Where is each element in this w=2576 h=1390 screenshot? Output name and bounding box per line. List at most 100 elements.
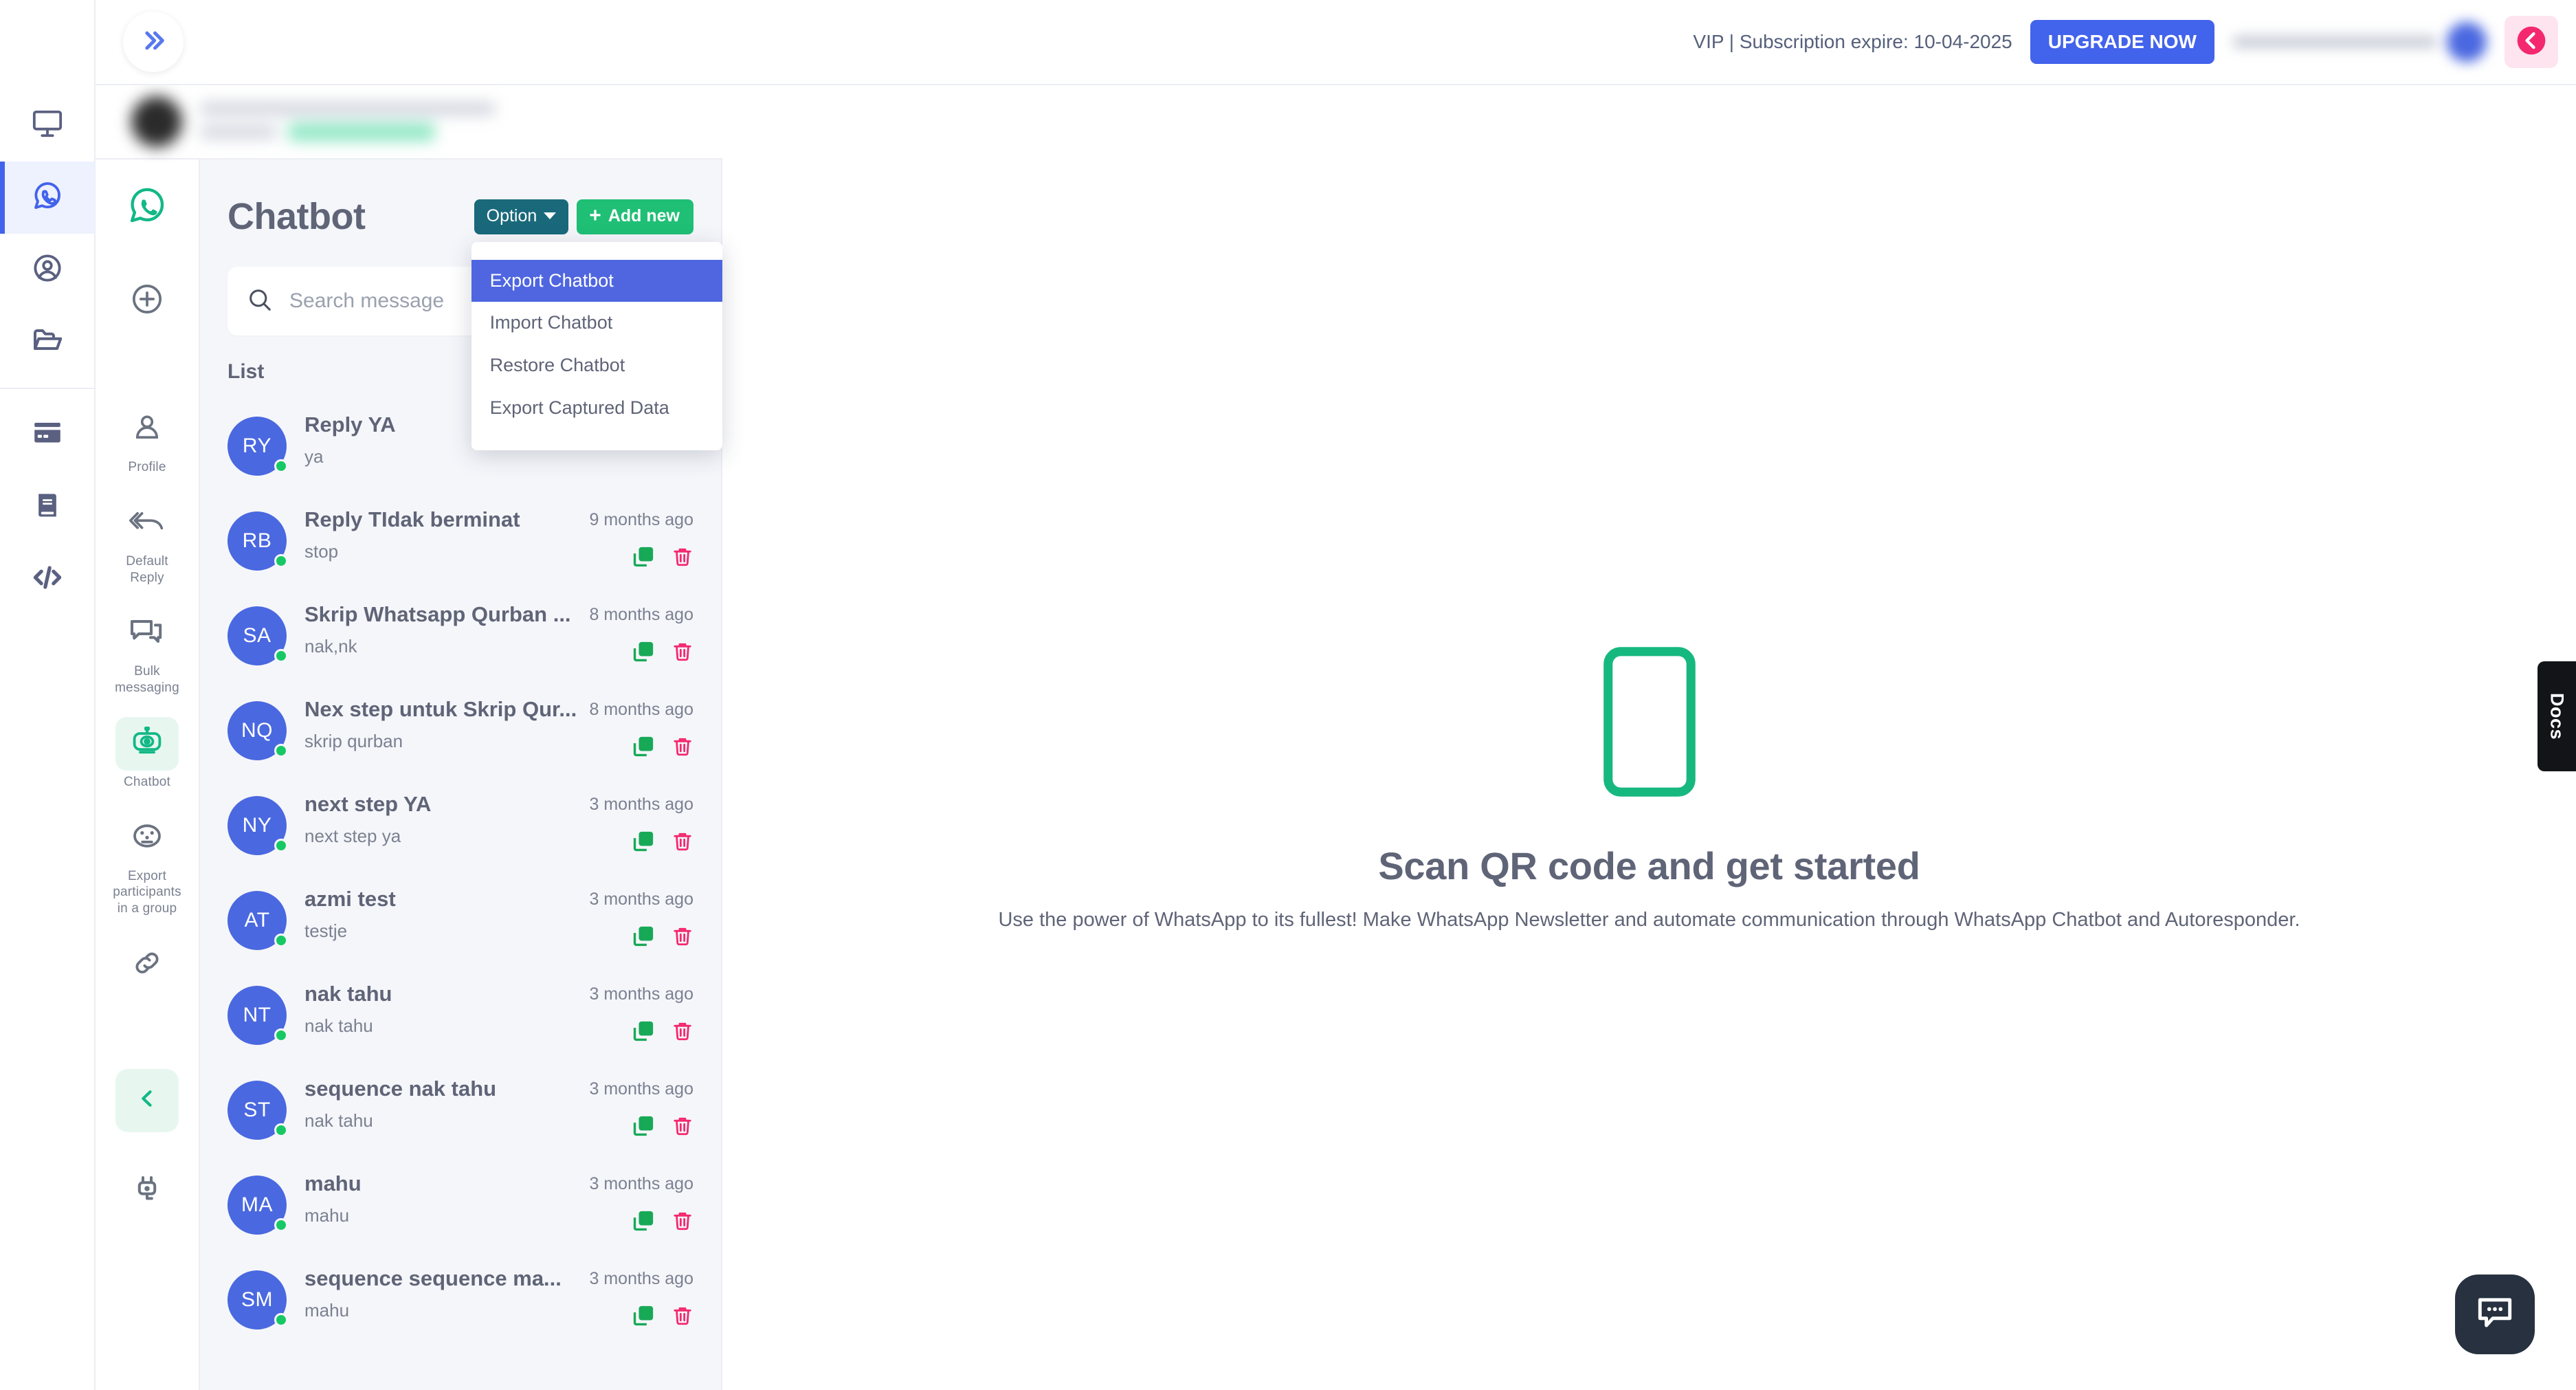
row-right: 3 months ago	[589, 1266, 694, 1331]
copy-icon[interactable]	[632, 1114, 655, 1141]
sidebar-item-chatbot[interactable]: Chatbot	[109, 716, 185, 791]
whatsapp-icon	[31, 179, 64, 216]
profile-redacted	[131, 96, 496, 147]
trash-icon[interactable]	[671, 925, 693, 951]
code-icon	[31, 561, 64, 597]
row-main: azmi test testje	[289, 887, 590, 942]
copy-icon[interactable]	[632, 545, 655, 572]
search-icon	[247, 287, 273, 316]
rail-item-folder[interactable]	[0, 306, 95, 378]
option-button-label: Option	[486, 206, 537, 225]
online-status-dot	[274, 459, 288, 473]
rail-item-contacts[interactable]	[0, 234, 95, 306]
row-actions	[632, 1019, 693, 1046]
plug-icon	[131, 1176, 164, 1209]
table-row[interactable]: NQ Nex step untuk Skrip Qur... skrip qur…	[227, 682, 693, 777]
top-bar: VIP | Subscription expire: 10-04-2025 UP…	[96, 0, 2576, 85]
rail-item-whatsapp[interactable]	[0, 162, 95, 234]
list-panel-actions: Option + Add new Export Chatbot Import C…	[471, 199, 722, 450]
folder-icon	[31, 324, 64, 360]
sidebar-item-profile[interactable]: Profile	[109, 402, 185, 476]
menu-item-export-captured-data[interactable]: Export Captured Data	[471, 387, 722, 430]
trash-icon[interactable]	[671, 545, 693, 572]
row-title: azmi test	[304, 887, 396, 911]
row-title: nak tahu	[304, 982, 392, 1006]
rail-item-docs[interactable]	[0, 471, 95, 543]
trash-icon[interactable]	[671, 1209, 693, 1236]
menu-item-import-chatbot[interactable]: Import Chatbot	[471, 302, 722, 344]
avatar	[131, 96, 182, 147]
option-dropdown-button[interactable]: Option	[474, 199, 569, 234]
device-connection-button[interactable]	[131, 1173, 164, 1210]
sidebar-item-label: Default Reply	[126, 553, 168, 585]
sidebar-item-bulk-messaging[interactable]: Bulk messaging	[109, 606, 185, 696]
trash-icon[interactable]	[671, 1114, 693, 1141]
table-row[interactable]: NT nak tahu nak tahu 3 months ago	[227, 967, 693, 1061]
copy-icon[interactable]	[632, 830, 655, 857]
user-account-menu[interactable]	[2232, 19, 2487, 65]
sidebar-item-default-reply[interactable]: Default Reply	[109, 496, 185, 586]
page-heading: Scan QR code and get started	[1378, 844, 1920, 887]
online-status-dot	[274, 839, 288, 852]
row-title: Skrip Whatsapp Qurban ...	[304, 602, 571, 626]
avatar-wrap: ST	[227, 1081, 289, 1140]
row-timestamp: 3 months ago	[589, 1269, 694, 1288]
table-row[interactable]: ST sequence nak tahu nak tahu 3 months a…	[227, 1061, 693, 1156]
copy-icon[interactable]	[632, 735, 655, 762]
sidebar-item-label: Chatbot	[124, 774, 170, 789]
online-status-dot	[274, 934, 288, 947]
support-chat-button[interactable]	[2455, 1275, 2535, 1354]
row-main: Reply TIdak berminat stop	[289, 507, 590, 562]
rail-item-developer[interactable]	[0, 543, 95, 615]
avatar-wrap: MA	[227, 1176, 289, 1235]
trash-icon[interactable]	[671, 735, 693, 762]
copy-icon[interactable]	[632, 1019, 655, 1046]
docs-tab[interactable]: Docs	[2538, 661, 2576, 771]
online-status-dot	[274, 1028, 288, 1042]
trash-icon[interactable]	[671, 1304, 693, 1331]
table-row[interactable]: SA Skrip Whatsapp Qurban ... nak,nk 8 mo…	[227, 587, 693, 682]
option-dropdown-menu: Export Chatbot Import Chatbot Restore Ch…	[471, 241, 722, 450]
row-actions	[632, 1209, 693, 1236]
sidebar-item-export-participants[interactable]: Export participants in a group	[109, 811, 185, 917]
copy-icon[interactable]	[632, 640, 655, 667]
profile-name-redacted	[200, 102, 496, 114]
expand-sidebar-button[interactable]	[123, 12, 184, 72]
sidebar-collapse-button[interactable]	[115, 1068, 179, 1132]
rail-item-billing[interactable]	[0, 399, 95, 471]
sidebar-item-label: Export participants in a group	[113, 868, 181, 916]
add-device-button[interactable]	[130, 282, 164, 320]
sidebar-item-link[interactable]	[109, 938, 185, 995]
trash-icon[interactable]	[671, 830, 693, 857]
table-row[interactable]: NY next step YA next step ya 3 months ag…	[227, 777, 693, 872]
avatar-wrap: NY	[227, 796, 289, 855]
copy-icon[interactable]	[632, 925, 655, 951]
trash-icon[interactable]	[671, 640, 693, 667]
device-profile-strip	[96, 85, 722, 159]
table-row[interactable]: SM sequence sequence ma... mahu 3 months…	[227, 1251, 693, 1346]
subscription-status: VIP | Subscription expire: 10-04-2025	[1693, 31, 2012, 52]
group-emoji-icon	[131, 821, 164, 854]
add-new-label: Add new	[608, 206, 680, 225]
row-main: nak tahu nak tahu	[289, 982, 590, 1037]
row-timestamp: 9 months ago	[589, 510, 694, 529]
table-row[interactable]: RB Reply TIdak berminat stop 9 months ag…	[227, 492, 693, 587]
rail-item-monitor[interactable]	[0, 89, 95, 162]
row-timestamp: 3 months ago	[589, 984, 694, 1004]
main-content-area: Scan QR code and get started Use the pow…	[722, 159, 2576, 1390]
table-row[interactable]: MA mahu mahu 3 months ago	[227, 1156, 693, 1251]
online-status-dot	[274, 1123, 288, 1137]
collapse-panel-button[interactable]	[2505, 16, 2558, 68]
row-timestamp: 3 months ago	[589, 795, 694, 814]
table-row[interactable]: AT azmi test testje 3 months ago	[227, 872, 693, 967]
add-new-button[interactable]: + Add new	[577, 199, 693, 234]
copy-icon[interactable]	[632, 1304, 655, 1331]
trash-icon[interactable]	[671, 1019, 693, 1046]
copy-icon[interactable]	[632, 1209, 655, 1236]
menu-item-export-chatbot[interactable]: Export Chatbot	[471, 259, 722, 302]
rail-divider	[0, 388, 95, 389]
menu-item-restore-chatbot[interactable]: Restore Chatbot	[471, 344, 722, 387]
row-main: mahu mahu	[289, 1171, 590, 1226]
upgrade-now-button[interactable]: UPGRADE NOW	[2030, 20, 2214, 64]
row-right: 3 months ago	[590, 887, 693, 951]
